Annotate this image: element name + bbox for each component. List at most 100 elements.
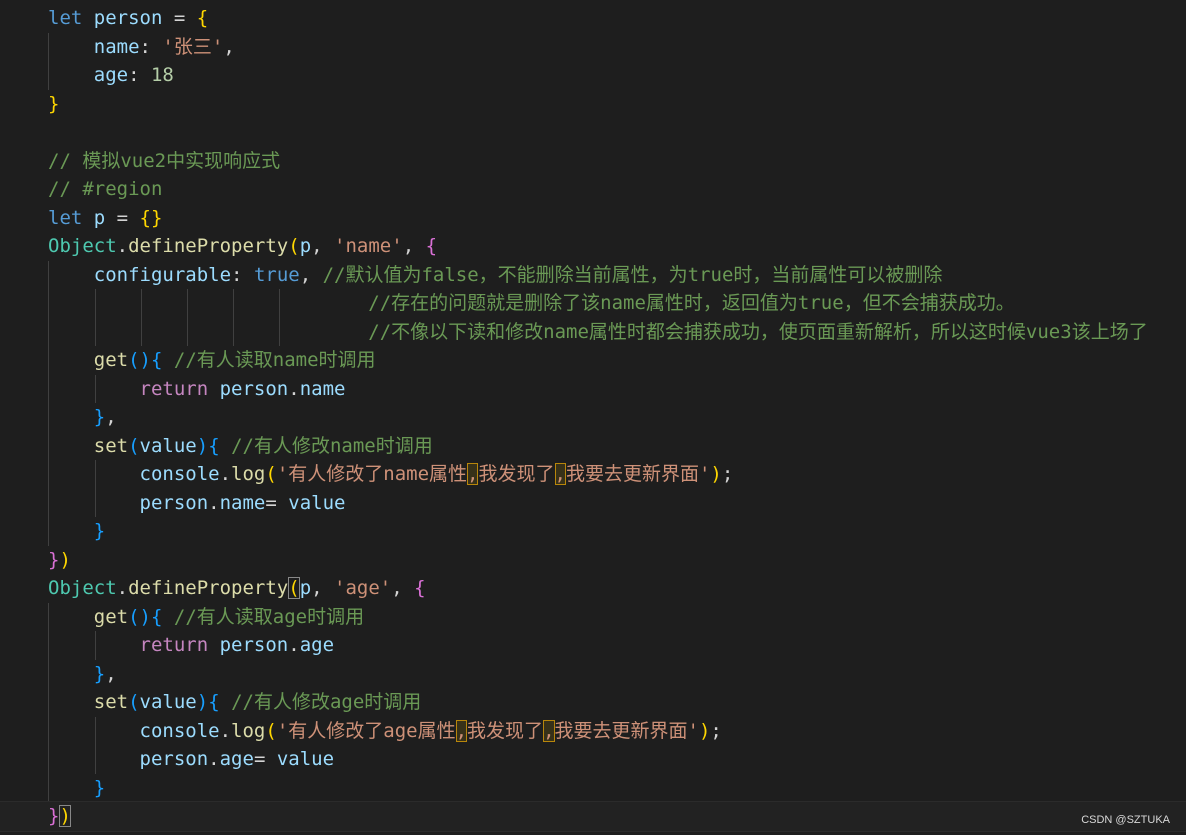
code-token: person [139,748,209,770]
code-line[interactable]: }) [0,801,1186,832]
code-line[interactable]: person.age= value [0,745,1186,774]
code-line[interactable]: get(){ //有人读取age时调用 [0,602,1186,631]
code-token: defineProperty [128,235,289,257]
code-token: p [299,235,312,257]
code-token: . [219,719,232,742]
code-token: , [311,235,335,257]
code-line[interactable]: //存在的问题就是删除了该name属性时，返回值为true，但不会捕获成功。 [0,289,1186,318]
code-line[interactable]: console.log('有人修改了name属性,我发现了,我要去更新界面'); [0,460,1186,489]
code-line[interactable]: console.log('有人修改了age属性,我发现了,我要去更新界面'); [0,716,1186,745]
code-line[interactable]: return person.age [0,631,1186,660]
indent-guide [141,317,142,346]
code-token: } [93,406,106,428]
code-token: { [196,7,209,29]
code-token: ; [721,463,734,485]
code-token: . [116,235,129,257]
code-token: , [299,263,323,286]
indent-guide [95,374,96,403]
code-line[interactable]: get(){ //有人读取name时调用 [0,346,1186,375]
code-line[interactable]: set(value){ //有人修改name时调用 [0,431,1186,460]
code-token: ) [59,805,71,827]
code-line[interactable]: let p = {} [0,204,1186,233]
indent-guide [141,289,142,318]
code-line[interactable]: Object.defineProperty(p, 'age', { [0,574,1186,603]
code-token: set [93,691,129,713]
indent-guide [48,346,49,375]
watermark-text: CSDN @SZTUKA [1081,814,1170,826]
code-line[interactable]: name: '张三', [0,32,1186,61]
code-token: . [288,377,300,400]
code-line[interactable]: // #region [0,175,1186,204]
code-token: { [425,235,438,257]
code-line[interactable] [0,118,1186,147]
code-line[interactable]: }, [0,659,1186,688]
code-token: , [554,463,566,485]
code-token: ( [265,463,277,485]
code-line[interactable]: age: 18 [0,61,1186,90]
code-token: p [299,577,312,599]
indent-guide [95,716,96,745]
code-token: // #region [48,178,163,200]
indent-guide [95,460,96,489]
code-token: true [253,263,300,286]
indent-guide [48,488,49,517]
code-line[interactable]: Object.defineProperty(p, 'name', { [0,232,1186,261]
code-token: : [231,263,254,286]
code-token: , [543,719,555,742]
code-token: Object [48,235,117,257]
code-line[interactable]: } [0,773,1186,802]
code-line[interactable]: return person.name [0,374,1186,403]
code-editor[interactable]: let person = { name: '张三', age: 18} // 模拟… [0,4,1186,832]
indent-guide [48,688,49,717]
indent-guide [48,659,49,688]
code-token: log [231,463,266,485]
code-token: //不像以下读和修改name属性时都会捕获成功，使页面重新解析，所以这时候vue… [368,320,1148,343]
code-line[interactable]: // 模拟vue2中实现响应式 [0,147,1186,176]
code-token: } [48,92,60,115]
indent-guide [48,517,49,546]
code-token: return [139,377,220,400]
code-token: ( [128,434,140,457]
indent-guide [279,317,280,346]
code-token: person [93,7,163,29]
code-line[interactable]: person.name= value [0,488,1186,517]
code-token: value [276,748,335,770]
code-token: person [139,491,209,514]
code-line[interactable]: configurable: true, //默认值为false，不能删除当前属性… [0,260,1186,289]
code-token: : [128,64,151,86]
code-token: ( [288,235,300,257]
code-token: , [455,719,468,742]
code-token: //存在的问题就是删除了该name属性时，返回值为true，但不会捕获成功。 [368,292,1015,314]
code-line[interactable]: } [0,90,1186,119]
code-token: 我发现了 [467,719,544,742]
indent-guide [95,289,96,318]
indent-guide [48,773,49,802]
code-token: ) [59,548,71,571]
code-token: name [219,491,266,514]
code-token: } [93,662,106,685]
code-line[interactable]: }, [0,403,1186,432]
code-token: 我发现了 [478,463,555,485]
code-token: 'name' [334,235,403,257]
code-line[interactable]: let person = { [0,4,1186,33]
code-line[interactable]: set(value){ //有人修改age时调用 [0,688,1186,717]
code-token: //有人修改name时调用 [231,434,433,457]
indent-guide [95,631,96,660]
code-token: console [139,463,220,485]
code-token: person [219,634,289,656]
code-line[interactable]: }) [0,546,1186,575]
code-token: ( [288,577,300,599]
code-line[interactable]: //不像以下读和修改name属性时都会捕获成功，使页面重新解析，所以这时候vue… [0,317,1186,346]
code-token: } [48,805,60,827]
code-line[interactable]: } [0,517,1186,546]
indent-guide [233,289,234,318]
